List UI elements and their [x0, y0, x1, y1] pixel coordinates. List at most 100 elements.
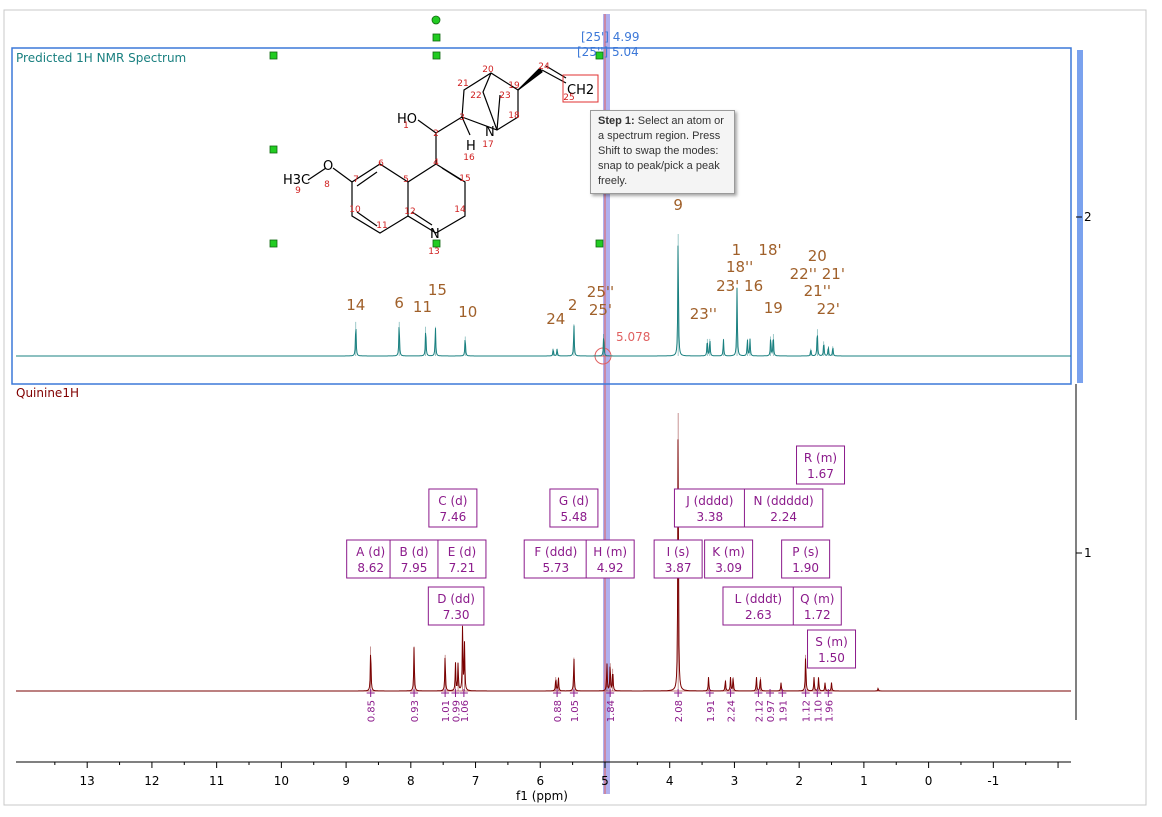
resize-handle-n2[interactable]	[432, 33, 441, 42]
integral-value: 1.06	[460, 700, 471, 722]
multiplet-value: 2.24	[770, 510, 797, 524]
multiplet-box[interactable]: L (dddt) 2.63	[722, 586, 795, 626]
x-tick-label: 7	[472, 774, 480, 788]
multiplet-value: 5.48	[561, 510, 588, 524]
atom-number: 14	[454, 205, 466, 215]
integral-value: 0.85	[367, 700, 378, 722]
peak-assignment-label: 2	[568, 296, 578, 314]
atom-number: 21	[457, 79, 468, 89]
multiplet-value: 7.21	[449, 561, 476, 575]
integral-value: 1.12	[802, 700, 813, 722]
multiplet-value: 3.87	[665, 561, 692, 575]
peak-assignment-label: 20	[808, 247, 827, 265]
multiplet-box[interactable]: N (ddddd) 2.24	[743, 488, 824, 528]
multiplet-box[interactable]: Q (m) 1.72	[792, 586, 842, 626]
multiplet-box[interactable]: C (d) 7.46	[428, 488, 478, 528]
multiplet-value: 1.90	[792, 561, 819, 575]
multiplet-label: D (dd)	[437, 592, 475, 606]
multiplet-box[interactable]: R (m) 1.67	[796, 445, 846, 485]
multiplet-label: E (d)	[448, 545, 476, 559]
x-tick-label: 5	[601, 774, 609, 788]
resize-handle-n[interactable]	[432, 51, 441, 60]
multiplet-box[interactable]: B (d) 7.95	[389, 539, 439, 579]
multiplet-label: J (dddd)	[685, 494, 733, 508]
peak-assignment-label: 23' 16	[716, 277, 763, 295]
experimental-title: Quinine1H	[16, 386, 79, 400]
multiplet-value: 1.67	[807, 467, 834, 481]
multiplet-box[interactable]: G (d) 5.48	[549, 488, 599, 528]
x-tick-label: 8	[407, 774, 415, 788]
resize-handle-w[interactable]	[269, 145, 278, 154]
multiplet-box[interactable]: K (m) 3.09	[704, 539, 754, 579]
x-tick-label: 4	[666, 774, 674, 788]
multiplet-label: B (d)	[400, 545, 429, 559]
nmr-spectrum-view[interactable]: 2 1 H O H N N H3C O CH2 12345678910111213…	[0, 0, 1162, 817]
integral-value: 1.01	[441, 700, 452, 722]
peak-assignment-label: 19	[764, 299, 783, 317]
multiplet-value: 7.95	[401, 561, 428, 575]
peak-assignment-label: 14	[346, 296, 365, 314]
peak-assignment-label: 23''	[690, 305, 717, 323]
atom-number: 23	[499, 91, 510, 101]
atom-number: 7	[353, 175, 359, 185]
atom-number: 10	[349, 205, 361, 215]
multiplet-value: 3.38	[696, 510, 723, 524]
multiplet-value: 7.46	[440, 510, 467, 524]
group-o: O	[323, 159, 333, 174]
rotate-handle[interactable]	[431, 15, 441, 25]
x-tick-label: 1	[860, 774, 868, 788]
peak-assignment-label: 22'' 21'	[790, 265, 845, 283]
atom-number: 9	[295, 186, 301, 196]
group-n17: N	[485, 125, 495, 140]
x-axis-title: f1 (ppm)	[516, 789, 568, 803]
atom-number: 17	[482, 140, 493, 150]
shift-label-25pp: [25''] 5.04	[577, 45, 639, 59]
multiplet-box[interactable]: F (ddd) 5.73	[523, 539, 588, 579]
multiplet-box[interactable]: D (dd) 7.30	[427, 586, 485, 626]
group-h: H	[466, 139, 476, 154]
integral-value: 1.91	[778, 700, 789, 722]
multiplet-value: 7.30	[443, 608, 470, 622]
multiplet-label: G (d)	[559, 494, 589, 508]
peak-assignment-label: 21''	[804, 282, 831, 300]
group-n13: N	[430, 227, 440, 242]
multiplet-box[interactable]: A (d) 8.62	[346, 539, 396, 579]
multiplet-label: A (d)	[356, 545, 385, 559]
integral-value: 0.97	[766, 700, 777, 722]
multiplet-label: F (ddd)	[534, 545, 577, 559]
atom-number: 3	[459, 113, 465, 123]
cursor-value: 5.078	[616, 330, 650, 344]
atom-number: 19	[508, 81, 520, 91]
peak-assignment-label: 25''	[587, 283, 614, 301]
atom-number: 2	[433, 129, 439, 139]
integral-value: 0.93	[410, 700, 421, 722]
integral-value: 2.24	[727, 700, 738, 722]
peak-assignment-label: 18'	[758, 241, 781, 259]
resize-handle-sw[interactable]	[269, 239, 278, 248]
atom-number: 12	[404, 207, 415, 217]
atom-number: 20	[482, 65, 494, 75]
atom-number: 25	[563, 93, 574, 103]
resize-handle-se[interactable]	[595, 239, 604, 248]
multiplet-label: R (m)	[804, 451, 837, 465]
atom-number: 5	[403, 175, 409, 185]
multiplet-label: C (d)	[438, 494, 467, 508]
atom-number: 24	[538, 62, 550, 72]
multiplet-label: H (m)	[593, 545, 627, 559]
atom-number: 4	[433, 158, 439, 168]
multiplet-box[interactable]: P (s) 1.90	[781, 539, 831, 579]
resize-handle-nw[interactable]	[269, 51, 278, 60]
multiplet-box[interactable]: I (s) 3.87	[653, 539, 703, 579]
atom-number: 16	[463, 153, 475, 163]
multiplet-value: 1.50	[818, 651, 845, 665]
multiplet-box[interactable]: E (d) 7.21	[437, 539, 487, 579]
multiplet-box[interactable]: S (m) 1.50	[807, 629, 857, 669]
x-tick-label: 6	[536, 774, 544, 788]
x-tick-label: 2	[795, 774, 803, 788]
multiplet-label: N (ddddd)	[754, 494, 814, 508]
multiplet-box[interactable]: H (m) 4.92	[585, 539, 635, 579]
multiplet-box[interactable]: J (dddd) 3.38	[673, 488, 746, 528]
integral-value: 1.91	[706, 700, 717, 722]
right-tick-label-1: 1	[1084, 546, 1092, 560]
atom-number: 11	[376, 221, 387, 231]
